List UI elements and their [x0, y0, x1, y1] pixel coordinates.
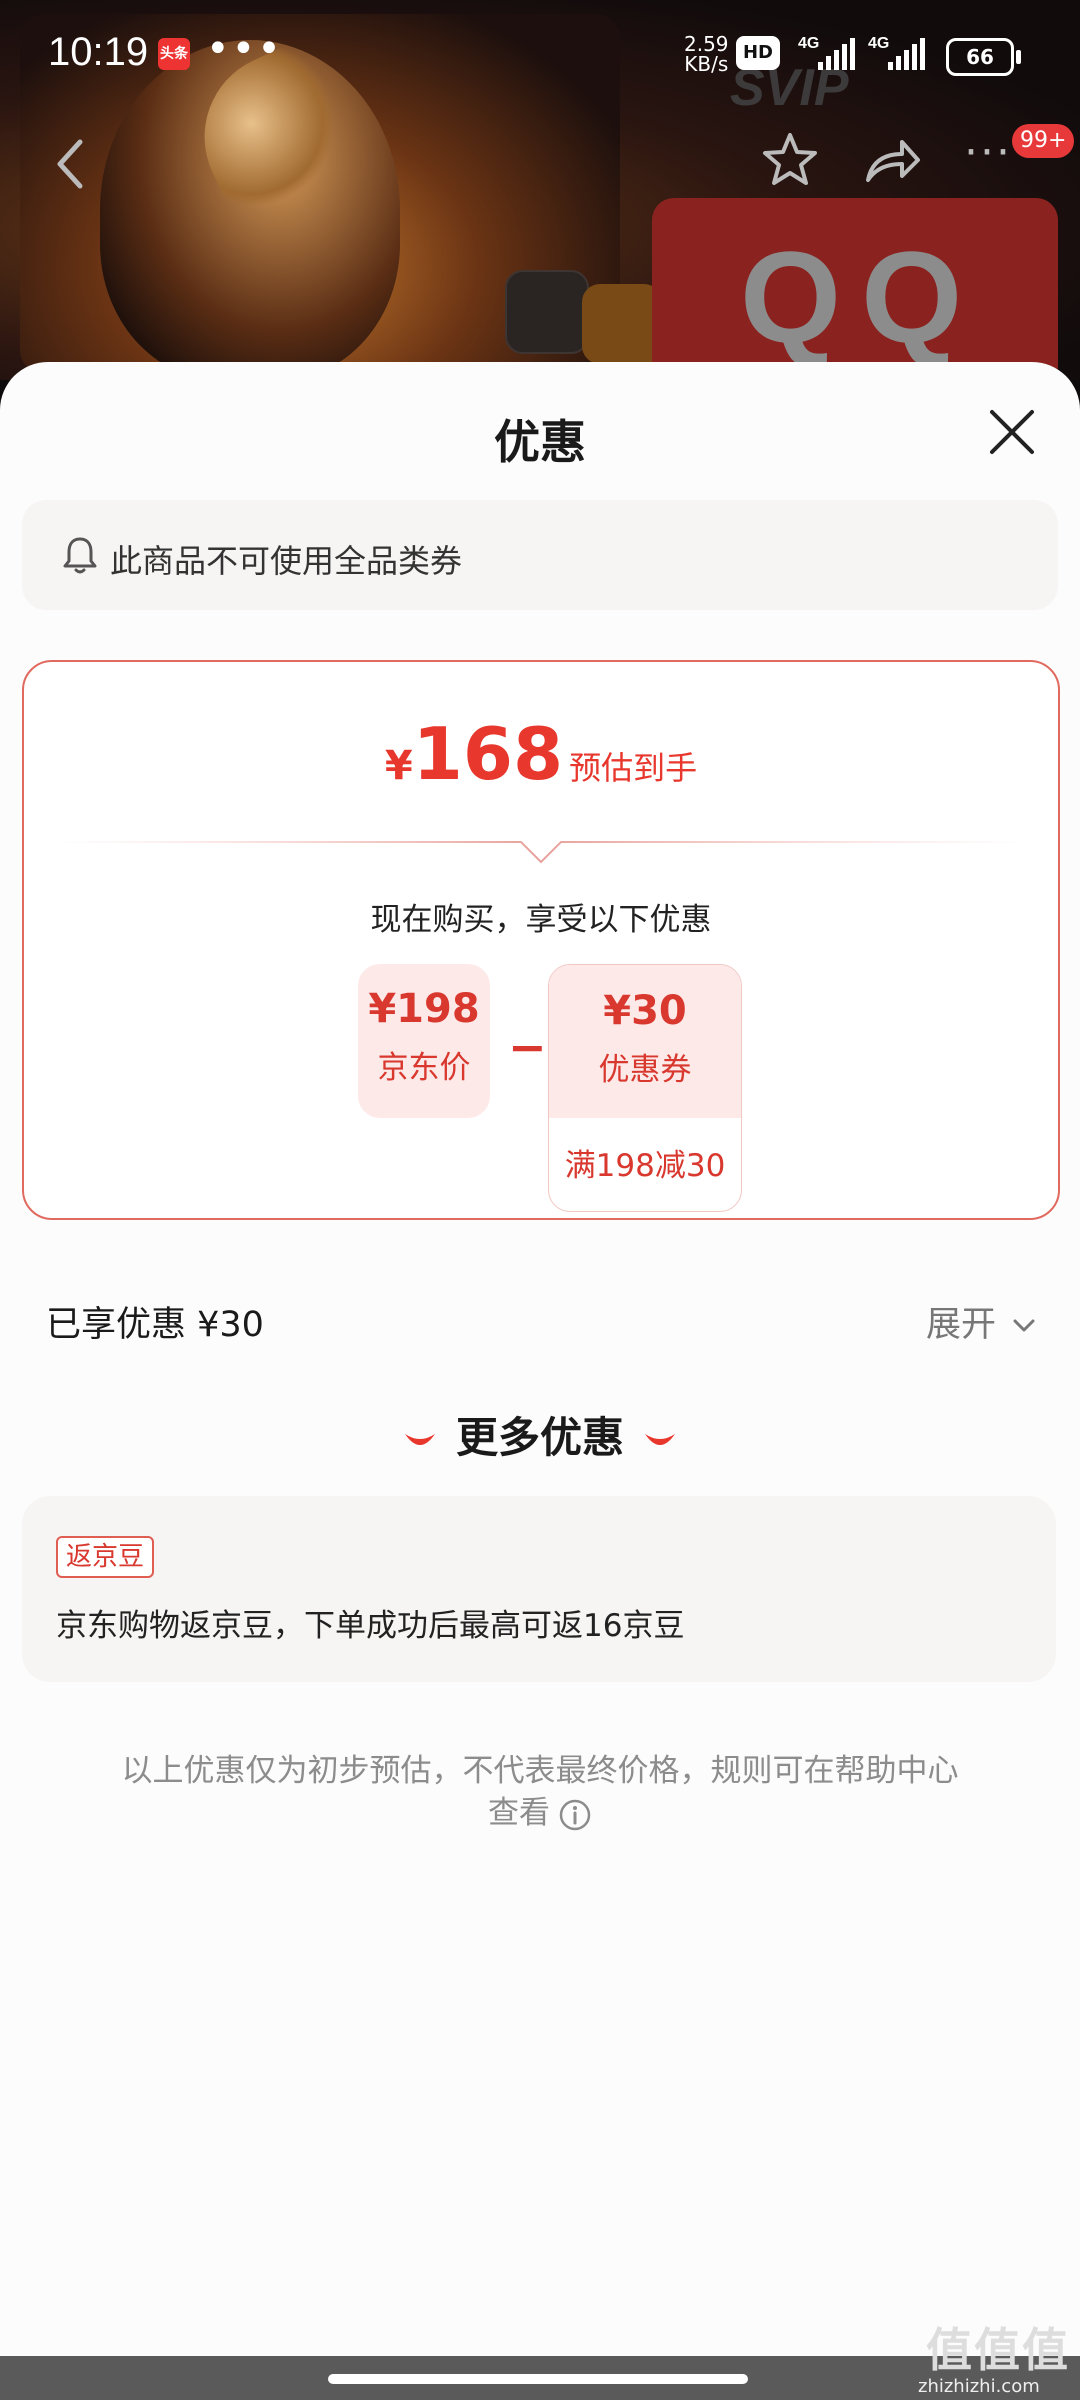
disclaimer-text: 以上优惠仅为初步预估，不代表最终价格，规则可在帮助中心查看: [121, 1753, 959, 1831]
share-icon[interactable]: [862, 136, 922, 186]
discount-subtitle: 现在购买，享受以下优惠: [370, 902, 712, 938]
coupon-notice: 此商品不可使用全品类券: [22, 500, 1058, 610]
jd-price-value: ¥198: [368, 986, 480, 1032]
expand-button[interactable]: 展开: [926, 1296, 1035, 1347]
estimated-price-currency: ¥: [384, 743, 413, 789]
bean-description: 京东购物返京豆，下单成功后最高可返16京豆: [56, 1608, 685, 1644]
coupon-pill-top: ¥30 优惠券: [549, 965, 741, 1118]
chevron-down-icon: [1013, 1319, 1035, 1332]
status-time: 10:19: [48, 30, 149, 74]
signal-1-label: 4G: [798, 35, 819, 52]
bell-icon: [63, 537, 97, 574]
price-estimate-card: ¥168 预估到手 现在购买，享受以下优惠 ¥198 京东价 − ¥30 优惠券 …: [22, 660, 1060, 1220]
coupon-label: 优惠券: [598, 1052, 692, 1088]
message-count-badge: 99+: [1012, 124, 1075, 158]
more-discounts-heading: 更多优惠: [0, 1404, 1080, 1465]
jd-price-pill: ¥198 京东价: [358, 964, 490, 1118]
watermark-logo: 值值值: [926, 2323, 1070, 2377]
card-divider: [54, 841, 1028, 864]
jd-bean-card: 返京豆 京东购物返京豆，下单成功后最高可返16京豆: [22, 1496, 1056, 1682]
expand-label: 展开: [926, 1305, 997, 1345]
smile-decoration-icon: [645, 1433, 675, 1445]
info-icon[interactable]: [558, 1798, 592, 1832]
estimated-price: ¥168 预估到手: [24, 712, 1058, 796]
hd-icon: HD: [736, 36, 780, 70]
network-speed-unit: KB/s: [684, 52, 729, 76]
qq-logo-text: QQ: [740, 224, 983, 370]
more-discounts-title: 更多优惠: [455, 1413, 624, 1462]
signal-4g-icon: 4G: [798, 35, 855, 70]
sheet-title: 优惠: [494, 415, 586, 469]
home-indicator[interactable]: [328, 2374, 748, 2384]
favorite-star-icon[interactable]: [760, 130, 820, 190]
status-bar: 10:19 头条 ••• 2.59 KB/s HD 4G 4G 66: [0, 0, 1080, 100]
network-speed: 2.59 KB/s: [684, 34, 729, 74]
estimated-price-label: 预估到手: [569, 749, 698, 787]
coupon-pill[interactable]: ¥30 优惠券 满198减30: [548, 964, 742, 1212]
enjoyed-discount-text: 已享优惠 ¥30: [46, 1305, 264, 1345]
battery-icon: 66: [946, 38, 1021, 76]
signal-2-label: 4G: [868, 35, 889, 52]
minus-sign: −: [508, 1020, 547, 1074]
close-icon[interactable]: [986, 406, 1038, 458]
notice-text: 此商品不可使用全品类券: [110, 542, 463, 580]
weibo-icon: [582, 284, 662, 364]
signal-4g-icon: 4G: [868, 35, 925, 70]
back-icon[interactable]: [50, 134, 90, 194]
estimated-price-amount: 168: [412, 712, 564, 796]
bean-tag: 返京豆: [56, 1536, 155, 1578]
more-menu-icon[interactable]: ···: [964, 131, 1012, 175]
more-notifications-icon: •••: [206, 26, 283, 72]
app-icon-image: [505, 270, 589, 354]
discount-sheet: 优惠 此商品不可使用全品类券 ¥168 预估到手 现在购买，享受以下优惠 ¥19…: [0, 362, 1080, 2400]
disclaimer: 以上优惠仅为初步预估，不代表最终价格，规则可在帮助中心查看: [120, 1750, 960, 1834]
coupon-value: ¥30: [603, 988, 687, 1034]
watermark-url: zhizhizhi.com: [918, 2376, 1040, 2397]
toutiao-notification-icon: 头条: [158, 38, 190, 70]
smile-decoration-icon: [404, 1433, 435, 1445]
coupon-condition: 满198减30: [564, 1148, 726, 1184]
jd-price-label: 京东价: [377, 1050, 471, 1086]
network-speed-value: 2.59: [684, 32, 729, 56]
